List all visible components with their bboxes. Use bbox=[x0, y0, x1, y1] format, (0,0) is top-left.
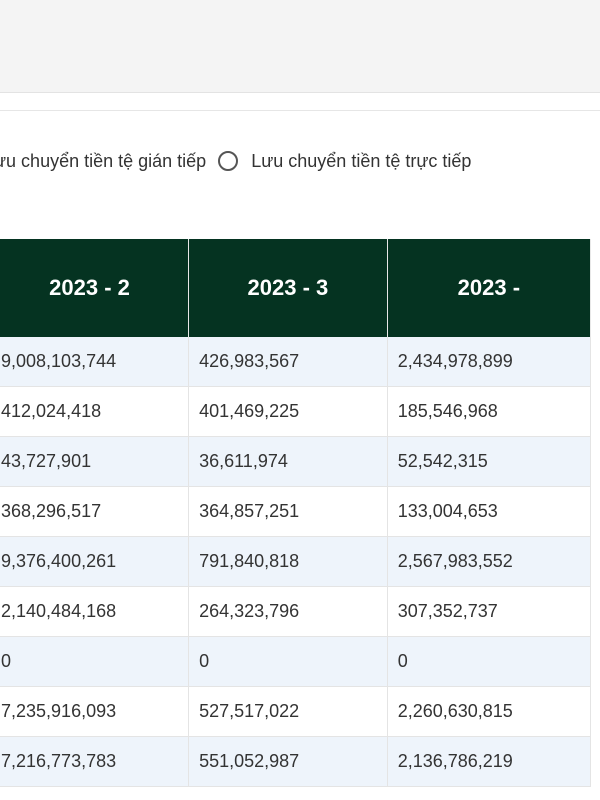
cashflow-table-viewport[interactable]: 2023 - 2 2023 - 3 2023 - 9,008,103,744 4… bbox=[0, 239, 600, 800]
table-row: 368,296,517 364,857,251 133,004,653 bbox=[0, 486, 592, 537]
table-row: 43,727,901 36,611,974 52,542,315 bbox=[0, 436, 592, 487]
direct-cashflow-label[interactable]: Lưu chuyển tiền tệ trực tiếp bbox=[251, 151, 471, 172]
table-cell: 2,140,484,168 bbox=[0, 586, 190, 637]
top-bar bbox=[0, 0, 600, 93]
table-cell: 364,857,251 bbox=[188, 486, 388, 537]
table-cell: 7,235,916,093 bbox=[0, 686, 190, 737]
cashflow-method-selector: ưu chuyển tiền tệ gián tiếp Lưu chuyển t… bbox=[0, 146, 471, 176]
table-cell: 401,469,225 bbox=[188, 386, 388, 437]
table-cell: 426,983,567 bbox=[188, 337, 388, 387]
table-row: 7,216,773,783 551,052,987 2,136,786,219 bbox=[0, 736, 592, 787]
table-cell: 43,727,901 bbox=[0, 436, 190, 487]
table-cell: 2,434,978,899 bbox=[387, 337, 592, 387]
direct-cashflow-radio[interactable] bbox=[218, 151, 239, 171]
table-cell: 412,024,418 bbox=[0, 386, 190, 437]
table-cell: 9,376,400,261 bbox=[0, 536, 190, 587]
table-row: 2,140,484,168 264,323,796 307,352,737 bbox=[0, 586, 592, 637]
table-cell: 2,567,983,552 bbox=[387, 536, 592, 587]
table-cell: 368,296,517 bbox=[0, 486, 190, 537]
table-cell: 0 bbox=[387, 636, 592, 687]
financial-report-page: ưu chuyển tiền tệ gián tiếp Lưu chuyển t… bbox=[0, 0, 600, 800]
cashflow-table: 2023 - 2 2023 - 3 2023 - 9,008,103,744 4… bbox=[0, 239, 592, 787]
column-header[interactable]: 2023 - 2 bbox=[0, 239, 190, 337]
table-row: 0 0 0 bbox=[0, 636, 592, 687]
table-cell: 2,136,786,219 bbox=[387, 736, 592, 787]
table-header-row: 2023 - 2 2023 - 3 2023 - bbox=[0, 239, 592, 337]
table-row: 412,024,418 401,469,225 185,546,968 bbox=[0, 386, 592, 437]
column-header[interactable]: 2023 - 3 bbox=[188, 239, 388, 337]
table-cell: 551,052,987 bbox=[188, 736, 388, 787]
direct-cashflow-option[interactable]: Lưu chuyển tiền tệ trực tiếp bbox=[218, 151, 471, 172]
table-row: 9,008,103,744 426,983,567 2,434,978,899 bbox=[0, 337, 592, 387]
table-cell: 7,216,773,783 bbox=[0, 736, 190, 787]
table-cell: 52,542,315 bbox=[387, 436, 592, 487]
indirect-cashflow-label[interactable]: ưu chuyển tiền tệ gián tiếp bbox=[0, 151, 206, 172]
table-cell: 791,840,818 bbox=[188, 536, 388, 587]
column-header[interactable]: 2023 - bbox=[387, 239, 592, 337]
table-cell: 133,004,653 bbox=[387, 486, 592, 537]
table-cell: 36,611,974 bbox=[188, 436, 388, 487]
table-cell: 2,260,630,815 bbox=[387, 686, 592, 737]
divider bbox=[0, 110, 600, 111]
table-row: 9,376,400,261 791,840,818 2,567,983,552 bbox=[0, 536, 592, 587]
table-cell: 9,008,103,744 bbox=[0, 337, 190, 387]
table-cell: 527,517,022 bbox=[188, 686, 388, 737]
table-cell: 185,546,968 bbox=[387, 386, 592, 437]
table-cell: 307,352,737 bbox=[387, 586, 592, 637]
table-row: 7,235,916,093 527,517,022 2,260,630,815 bbox=[0, 686, 592, 737]
table-cell: 0 bbox=[188, 636, 388, 687]
table-cell: 264,323,796 bbox=[188, 586, 388, 637]
indirect-cashflow-option[interactable]: ưu chuyển tiền tệ gián tiếp bbox=[0, 151, 206, 172]
table-cell: 0 bbox=[0, 636, 190, 687]
